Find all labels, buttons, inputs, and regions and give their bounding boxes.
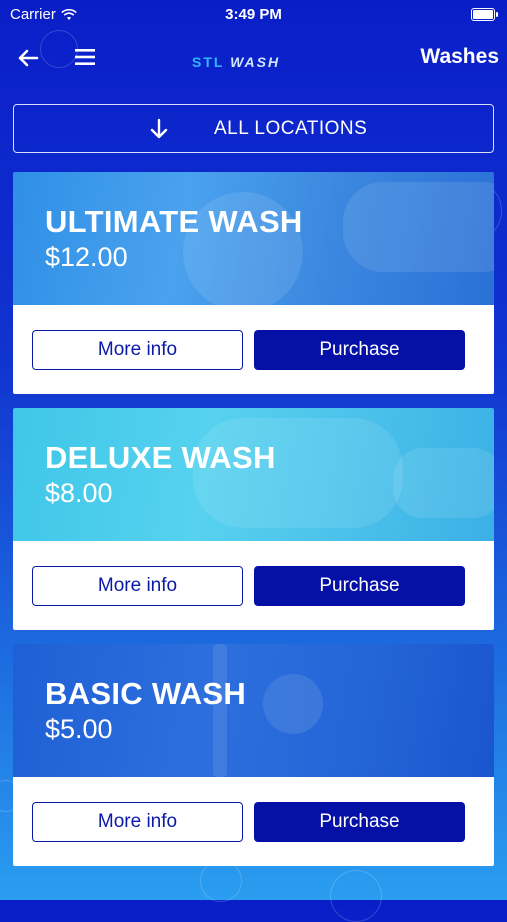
bubble-decoration — [330, 870, 382, 922]
wash-card: BASIC WASH $5.00 More info Purchase — [13, 644, 494, 866]
down-arrow-icon — [150, 118, 168, 139]
wash-card: DELUXE WASH $8.00 More info Purchase — [13, 408, 494, 630]
wash-price: $12.00 — [45, 242, 128, 272]
car-image-decoration — [343, 182, 494, 272]
purchase-button[interactable]: Purchase — [254, 330, 465, 370]
back-arrow-icon[interactable] — [16, 46, 40, 70]
nav-bar: STL WASH Washes — [0, 38, 507, 78]
wash-card: ULTIMATE WASH $12.00 More info Purchase — [13, 172, 494, 394]
purchase-button[interactable]: Purchase — [254, 802, 465, 842]
logo-stl: STL — [192, 54, 225, 70]
hamburger-menu-icon[interactable] — [75, 48, 95, 66]
status-time: 3:49 PM — [225, 6, 282, 23]
car-image-decoration — [263, 674, 323, 734]
more-info-button[interactable]: More info — [32, 802, 243, 842]
battery-icon — [471, 8, 498, 21]
app-logo: STL WASH — [192, 54, 280, 70]
wash-card-actions: More info Purchase — [13, 305, 494, 394]
locations-label: ALL LOCATIONS — [214, 118, 368, 139]
purchase-button[interactable]: Purchase — [254, 566, 465, 606]
locations-dropdown[interactable]: ALL LOCATIONS — [13, 104, 494, 153]
wash-card-image: ULTIMATE WASH $12.00 — [13, 172, 494, 312]
wash-name: DELUXE WASH — [45, 440, 276, 475]
wash-price: $8.00 — [45, 478, 113, 508]
wash-name: ULTIMATE WASH — [45, 204, 303, 239]
wash-name: BASIC WASH — [45, 676, 247, 711]
wash-price: $5.00 — [45, 714, 113, 744]
wash-card-image: BASIC WASH $5.00 — [13, 644, 494, 777]
logo-wash: WASH — [230, 54, 281, 70]
car-image-decoration — [393, 448, 494, 518]
wash-card-image: DELUXE WASH $8.00 — [13, 408, 494, 541]
page-title: Washes — [420, 45, 499, 68]
wash-card-actions: More info Purchase — [13, 541, 494, 630]
status-bar: Carrier 3:49 PM — [0, 0, 507, 28]
more-info-button[interactable]: More info — [32, 566, 243, 606]
wash-card-actions: More info Purchase — [13, 777, 494, 866]
more-info-button[interactable]: More info — [32, 330, 243, 370]
bubble-decoration — [200, 860, 242, 902]
